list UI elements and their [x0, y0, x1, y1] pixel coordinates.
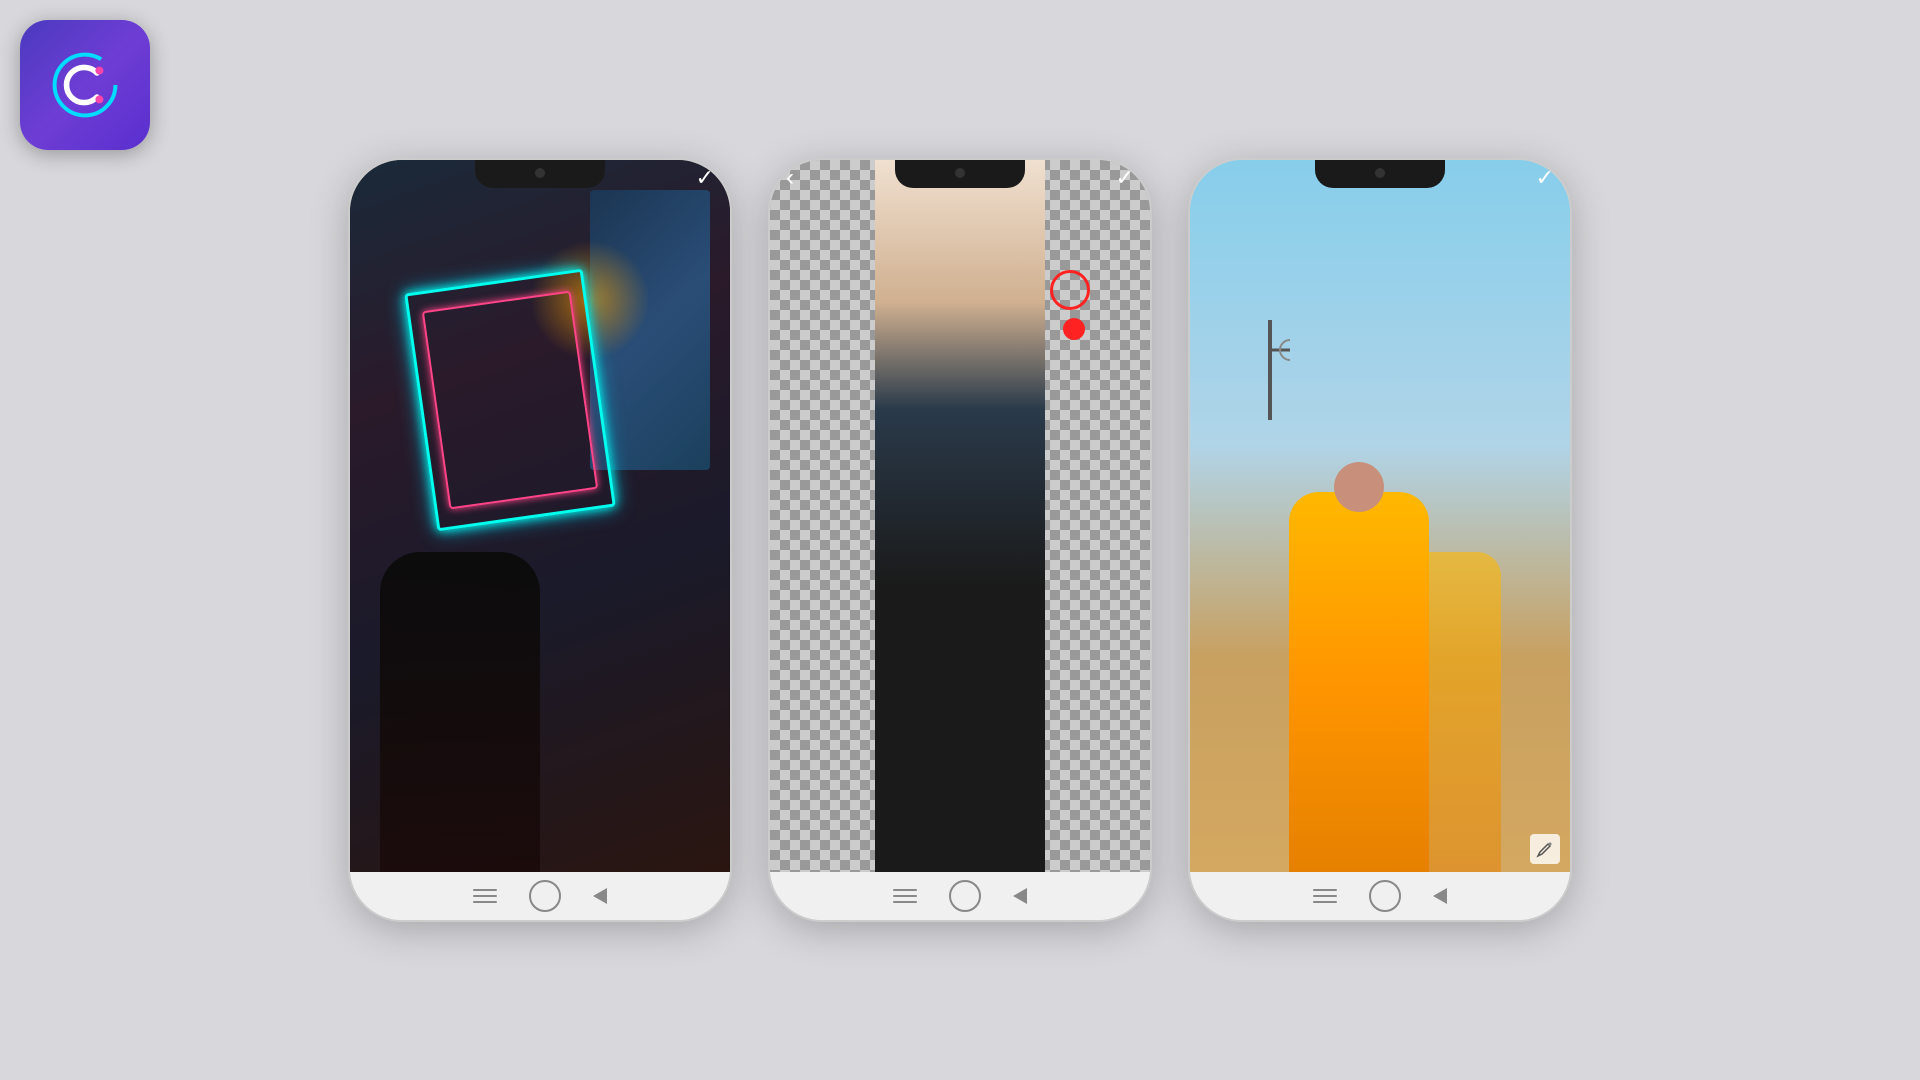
- home-circle-button2[interactable]: [949, 880, 981, 912]
- phone2-home-bar: [770, 872, 1150, 920]
- neon-frame-inner: [422, 291, 598, 510]
- phone1-home-bar: [350, 872, 730, 920]
- phone2-checkmark[interactable]: ✓: [1116, 165, 1134, 191]
- home-line: [1313, 895, 1337, 897]
- phone3-image-area: [1190, 160, 1570, 872]
- home-circle-button3[interactable]: [1369, 880, 1401, 912]
- home-lines-icon3: [1313, 889, 1337, 903]
- p2-woman-figure: [875, 160, 1045, 872]
- phone1-image-area: [350, 160, 730, 872]
- phone2-header: ‹ ✓: [770, 160, 1150, 196]
- phone-2: ‹ ✓ Size 20: [770, 160, 1150, 920]
- home-lines-icon2: [893, 889, 917, 903]
- phone3-header: ✓: [1190, 160, 1570, 196]
- phone1-checkmark[interactable]: ✓: [696, 165, 714, 191]
- pencil-icon[interactable]: [1530, 834, 1560, 864]
- red-dot-indicator: [1063, 318, 1085, 340]
- phones-container: ✓: [350, 160, 1570, 920]
- app-logo: [20, 20, 150, 150]
- phone-3: ✓: [1190, 160, 1570, 920]
- home-line: [473, 895, 497, 897]
- phone2-back-arrow[interactable]: ‹: [786, 164, 794, 192]
- home-line: [893, 889, 917, 891]
- yellow-person-main: [1289, 492, 1429, 872]
- home-line: [1313, 901, 1337, 903]
- home-lines-icon: [473, 889, 497, 903]
- basketball-hoop-icon: [1250, 320, 1290, 420]
- home-line: [473, 901, 497, 903]
- phone3-home-bar: [1190, 872, 1570, 920]
- home-back-arrow[interactable]: [593, 888, 607, 904]
- home-line: [473, 889, 497, 891]
- phone2-screen: ‹ ✓ Size 20: [770, 160, 1150, 872]
- home-circle-button[interactable]: [529, 880, 561, 912]
- checker-background: [770, 160, 1150, 872]
- phone3-screen: ✓: [1190, 160, 1570, 872]
- home-line: [1313, 889, 1337, 891]
- p1-woman-figure: [380, 552, 540, 872]
- home-line: [893, 895, 917, 897]
- phone1-screen: ✓: [350, 160, 730, 872]
- home-line: [893, 901, 917, 903]
- red-circle-indicator: [1050, 270, 1090, 310]
- phone-1: ✓: [350, 160, 730, 920]
- home-back-arrow2[interactable]: [1013, 888, 1027, 904]
- phone1-header: ✓: [350, 160, 730, 196]
- home-back-arrow3[interactable]: [1433, 888, 1447, 904]
- phone3-checkmark[interactable]: ✓: [1536, 165, 1554, 191]
